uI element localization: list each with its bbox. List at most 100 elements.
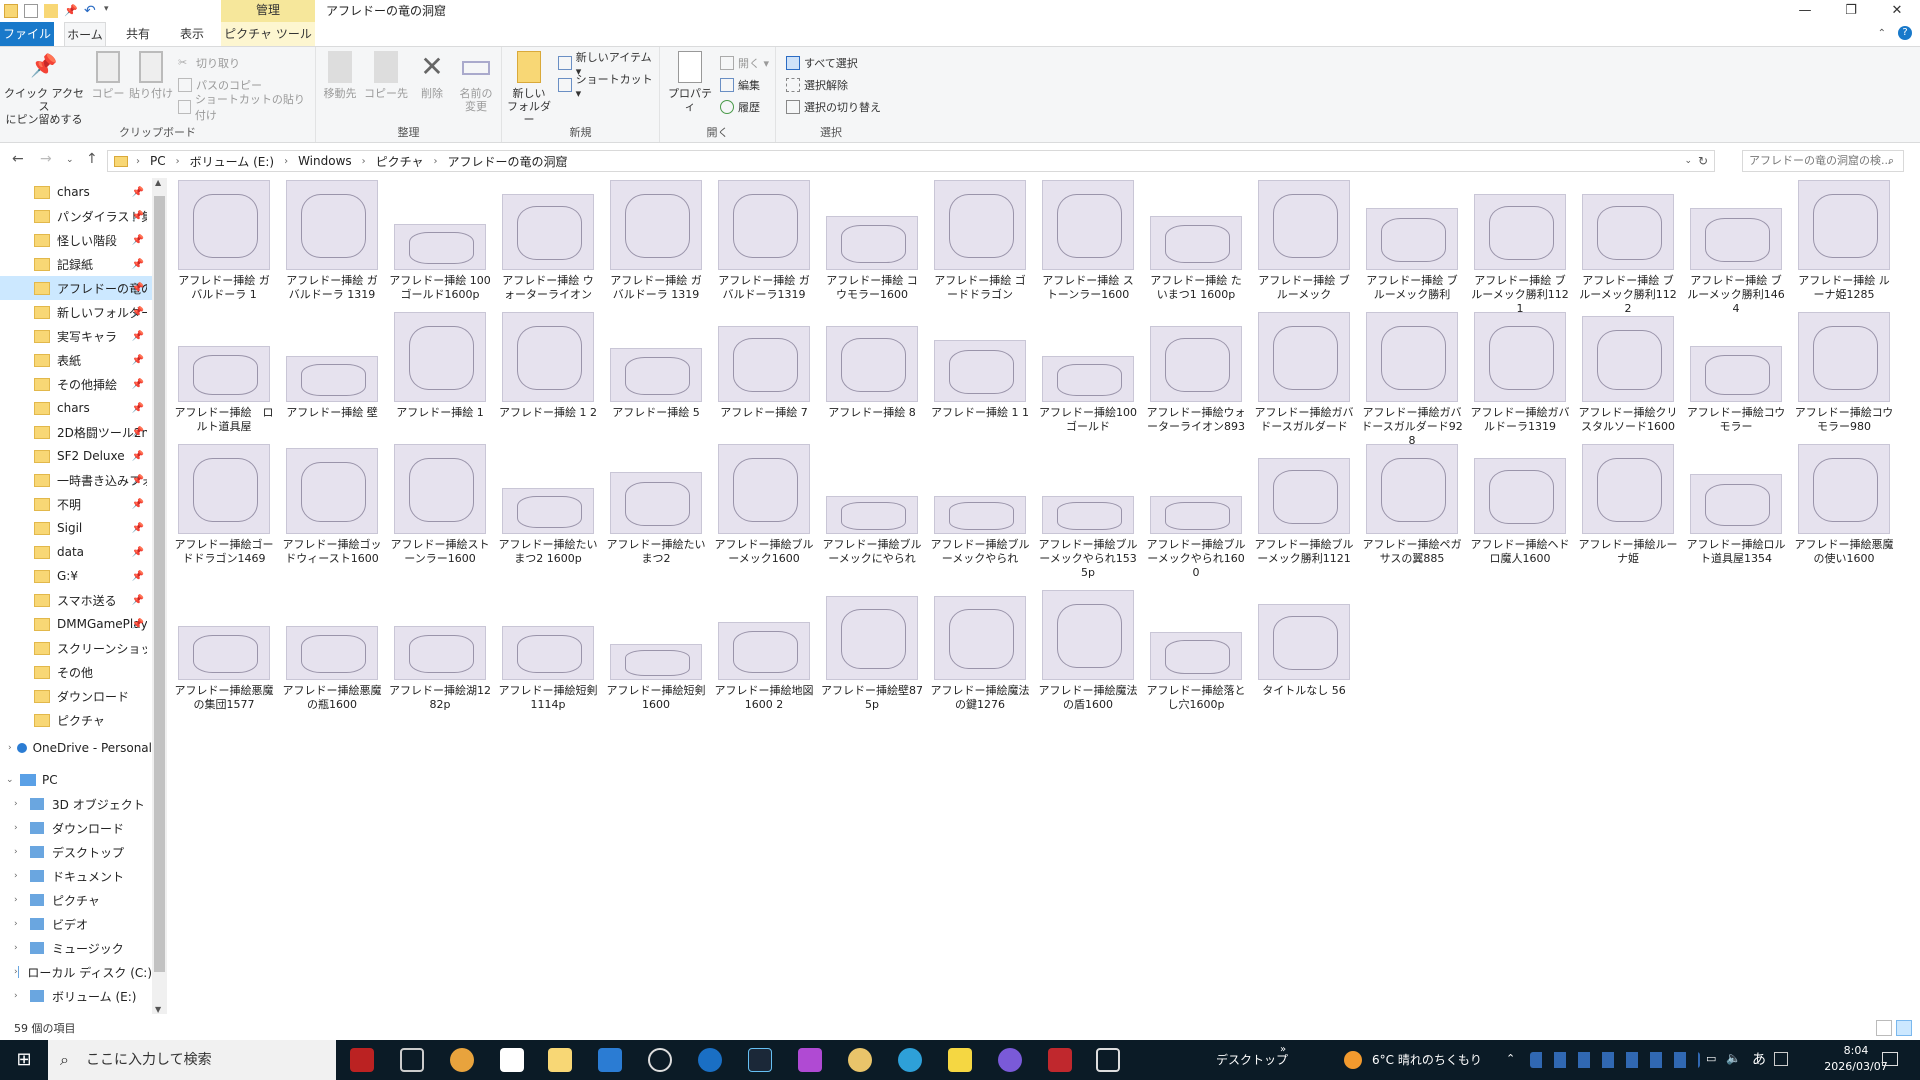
pin-icon[interactable]: 📌: [132, 307, 144, 318]
nav-quick-access-item[interactable]: アフレドーの竜の洞窟📌: [0, 276, 152, 300]
nav-pc-item[interactable]: › 3D オブジェクト: [0, 792, 152, 816]
tab-home[interactable]: ホーム: [64, 22, 106, 46]
paste-button[interactable]: 貼り付け: [128, 51, 174, 100]
file-tile[interactable]: アフレドー挿絵ゴードドラゴン1469: [170, 442, 278, 566]
tray-apps-icon[interactable]: [1530, 1052, 1700, 1068]
file-tile[interactable]: アフレドー挿絵 1: [386, 310, 494, 420]
breadcrumb-pc[interactable]: PC: [150, 154, 166, 168]
app-d-icon[interactable]: [500, 1048, 524, 1072]
breadcrumb-separator[interactable]: ›: [284, 156, 288, 167]
file-tile[interactable]: アフレドー挿絵 5: [602, 310, 710, 420]
new-folder-icon[interactable]: [44, 4, 58, 18]
file-tile[interactable]: アフレドー挿絵悪魔の使い1600: [1790, 442, 1898, 566]
file-tile[interactable]: アフレドー挿絵魔法の盾1600: [1034, 588, 1142, 712]
refresh-icon[interactable]: ↻: [1698, 154, 1708, 168]
file-tile[interactable]: アフレドー挿絵地図1600 2: [710, 588, 818, 712]
pin-icon[interactable]: 📌: [132, 475, 144, 486]
file-tile[interactable]: アフレドー挿絵ブルーメック1600: [710, 442, 818, 566]
file-tile[interactable]: アフレドー挿絵 ガバルドーラ 1: [170, 178, 278, 302]
file-tile[interactable]: アフレドー挿絵 ブルーメック勝利1122: [1574, 178, 1682, 316]
forward-button[interactable]: →: [40, 151, 52, 167]
pin-icon[interactable]: 📌: [132, 403, 144, 414]
pin-icon[interactable]: 📌: [132, 379, 144, 390]
file-tile[interactable]: アフレドー挿絵壁875p: [818, 588, 926, 712]
cut-button[interactable]: ✂ 切り取り: [178, 53, 240, 73]
file-tile[interactable]: アフレドー挿絵短剣1600: [602, 588, 710, 712]
nav-quick-access-item[interactable]: Sigil 📌: [0, 516, 152, 540]
edge-icon[interactable]: [898, 1048, 922, 1072]
nav-quick-access-item[interactable]: その他挿絵 📌: [0, 372, 152, 396]
nav-quick-access-item[interactable]: スマホ送る 📌: [0, 588, 152, 612]
file-tile[interactable]: アフレドー挿絵 ウォーターライオン: [494, 178, 602, 302]
file-tile[interactable]: アフレドー挿絵ヘドロ魔人1600: [1466, 442, 1574, 566]
file-tile[interactable]: アフレドー挿絵たいまつ2: [602, 442, 710, 566]
paste-shortcut-button[interactable]: ショートカットの貼り付け: [178, 93, 315, 122]
nav-quick-access-item[interactable]: G:¥ 📌: [0, 564, 152, 588]
file-tile[interactable]: アフレドー挿絵ガバルドーラ1319: [1466, 310, 1574, 434]
tab-file[interactable]: ファイル: [0, 22, 54, 46]
shortcut-button[interactable]: ショートカット ▾: [558, 73, 659, 100]
manage-context-tab[interactable]: 管理: [221, 0, 315, 22]
file-tile[interactable]: アフレドー挿絵たいまつ2 1600p: [494, 442, 602, 566]
chrome-icon[interactable]: [450, 1048, 474, 1072]
file-tile[interactable]: アフレドー挿絵ストーンラー1600: [386, 442, 494, 566]
breadcrumb-separator[interactable]: ›: [434, 156, 438, 167]
file-tile[interactable]: アフレドー挿絵落とし穴1600p: [1142, 588, 1250, 712]
pin-icon[interactable]: 📌: [132, 259, 144, 270]
file-tile[interactable]: アフレドー挿絵ガバドースガルダード: [1250, 310, 1358, 434]
file-tile[interactable]: アフレドー挿絵ゴッドウィースト1600: [278, 442, 386, 566]
nav-pc-item[interactable]: › ミュージック: [0, 936, 152, 960]
pin-icon[interactable]: 📌: [132, 547, 144, 558]
app-m-icon[interactable]: [698, 1048, 722, 1072]
network-icon[interactable]: ▭: [1706, 1052, 1716, 1065]
settings-icon[interactable]: [648, 1048, 672, 1072]
nav-pc-item[interactable]: › ドキュメント: [0, 864, 152, 888]
pin-icon[interactable]: 📌: [132, 499, 144, 510]
properties-icon[interactable]: [24, 4, 38, 18]
file-tile[interactable]: アフレドー挿絵 ガバルドーラ 1319: [602, 178, 710, 302]
large-icons-view-button[interactable]: [1896, 1020, 1912, 1036]
breadcrumb-volume-e[interactable]: ボリューム (E:): [190, 153, 274, 170]
copy-to-button[interactable]: コピー先: [364, 51, 408, 100]
file-tile[interactable]: アフレドー挿絵ブルーメックにやられ: [818, 442, 926, 566]
nav-quick-access-item[interactable]: 一時書き込みフォルダ📌: [0, 468, 152, 492]
nav-quick-access-item[interactable]: DMMGamePlay 📌: [0, 612, 152, 636]
paint-icon[interactable]: [848, 1048, 872, 1072]
tray-overflow-icon[interactable]: ⌃: [1506, 1052, 1515, 1065]
start-button[interactable]: ⊞: [0, 1040, 48, 1080]
nav-quick-access-item[interactable]: 実写キャラ 📌: [0, 324, 152, 348]
file-explorer-icon[interactable]: [548, 1048, 572, 1072]
nav-quick-access-item[interactable]: ダウンロード: [0, 684, 152, 708]
file-tile[interactable]: アフレドー挿絵魔法の鍵1276: [926, 588, 1034, 712]
tab-view[interactable]: 表示: [170, 22, 214, 46]
nav-quick-access-item[interactable]: 怪しい階段 📌: [0, 228, 152, 252]
app-2dk-icon[interactable]: [350, 1048, 374, 1072]
open-button[interactable]: 開く ▾: [720, 53, 769, 73]
address-box[interactable]: › PC › ボリューム (E:) › Windows › ピクチャ › アフレドーの竜…: [107, 150, 1715, 172]
file-tile[interactable]: アフレドー挿絵ガバドースガルダード928: [1358, 310, 1466, 448]
nav-quick-access-item[interactable]: 2D格闘ツール2nd 📌: [0, 420, 152, 444]
file-tile[interactable]: アフレドー挿絵100ゴールド: [1034, 310, 1142, 434]
file-tile[interactable]: アフレドー挿絵コウモラー: [1682, 310, 1790, 434]
pin-icon[interactable]: 📌: [132, 355, 144, 366]
nav-quick-access-item[interactable]: 表紙 📌: [0, 348, 152, 372]
pin-icon[interactable]: 📌: [64, 4, 78, 18]
security-shield-icon[interactable]: [1096, 1048, 1120, 1072]
pin-icon[interactable]: 📌: [132, 451, 144, 462]
chevron-right-icon[interactable]: ›: [14, 847, 30, 857]
chevron-right-icon[interactable]: ›: [14, 823, 30, 833]
pin-icon[interactable]: 📌: [132, 235, 144, 246]
recent-locations-button[interactable]: ⌄: [66, 155, 74, 165]
pin-icon[interactable]: 📌: [132, 331, 144, 342]
file-tile[interactable]: アフレドー挿絵ブルーメックやられ1535p: [1034, 442, 1142, 580]
file-tile[interactable]: アフレドー挿絵 ブルーメック勝利1121: [1466, 178, 1574, 316]
file-tile[interactable]: アフレドー挿絵 1 2: [494, 310, 602, 420]
file-tile[interactable]: アフレドー挿絵 ゴードドラゴン: [926, 178, 1034, 302]
nav-quick-access-item[interactable]: data 📌: [0, 540, 152, 564]
select-none-button[interactable]: 選択解除: [786, 75, 848, 95]
chevron-down-icon[interactable]: ⌄: [6, 775, 20, 785]
chevron-right-icon[interactable]: ›: [14, 943, 30, 953]
nav-quick-access-item[interactable]: スクリーンショット: [0, 636, 152, 660]
pin-icon[interactable]: 📌: [132, 283, 144, 294]
volume-icon[interactable]: 🔈: [1726, 1051, 1741, 1065]
